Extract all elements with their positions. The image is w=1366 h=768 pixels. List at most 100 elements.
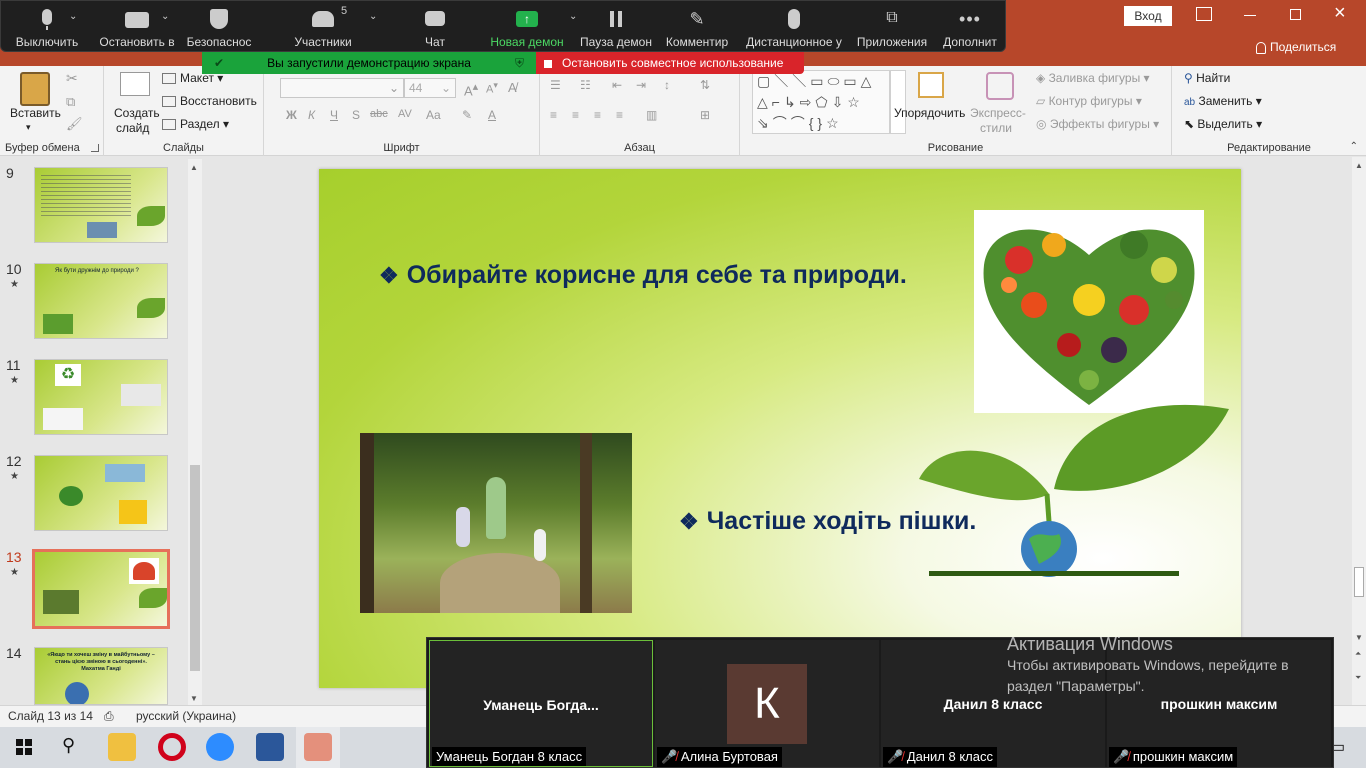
line-spacing-icon[interactable]: ↕ bbox=[664, 78, 670, 92]
slide-thumbnail-14[interactable]: «Якщо ти хочеш зміну в майбутньому – ста… bbox=[34, 647, 168, 705]
family-walking-photo[interactable] bbox=[360, 433, 632, 613]
slide-thumbnail-13[interactable] bbox=[32, 549, 170, 629]
bold-button[interactable]: Ж bbox=[286, 108, 297, 122]
participants-button[interactable]: 5 Участники bbox=[285, 1, 361, 53]
pin-icon[interactable]: ✔ bbox=[214, 52, 224, 74]
chevron-up-icon[interactable]: ⌄ bbox=[69, 11, 77, 22]
paste-button[interactable]: Вставить bbox=[10, 106, 61, 120]
find-button[interactable]: ⚲ Найти bbox=[1184, 71, 1230, 85]
shapes-scroll[interactable] bbox=[890, 70, 906, 134]
shape-outline-button[interactable]: ▱ Контур фигуры ▾ bbox=[1036, 94, 1142, 108]
scrollbar-thumb[interactable] bbox=[1354, 567, 1364, 597]
remote-control-button[interactable]: Дистанционное у bbox=[741, 1, 847, 53]
vegetables-heart-image[interactable] bbox=[974, 210, 1204, 413]
scroll-down-icon[interactable]: ▼ bbox=[190, 694, 198, 703]
increase-font-icon[interactable]: A▴ bbox=[464, 80, 478, 98]
reset-button[interactable]: Восстановить bbox=[162, 94, 257, 108]
arrange-icon[interactable] bbox=[918, 72, 944, 98]
slide-thumbnail-12[interactable] bbox=[34, 455, 168, 531]
annotate-button[interactable]: ✎ Комментир bbox=[661, 1, 733, 53]
more-button[interactable]: ••• Дополнит bbox=[937, 1, 1003, 53]
maximize-icon[interactable] bbox=[1290, 9, 1301, 20]
arrange-button[interactable]: Упорядочить bbox=[894, 106, 965, 120]
change-case-button[interactable]: Aa bbox=[426, 108, 441, 122]
numbering-icon[interactable]: ☷ bbox=[580, 78, 591, 92]
zoom-icon[interactable] bbox=[206, 733, 234, 761]
spellcheck-icon[interactable]: ⎙ bbox=[104, 709, 114, 724]
font-color-button[interactable]: A bbox=[488, 108, 496, 122]
share-button[interactable]: Поделиться bbox=[1256, 40, 1336, 54]
security-button[interactable]: Безопаснос bbox=[183, 1, 255, 53]
prev-slide-icon[interactable]: ⏶ bbox=[1355, 649, 1361, 659]
login-button[interactable]: Вход bbox=[1124, 6, 1172, 26]
section-button[interactable]: Раздел ▾ bbox=[162, 117, 229, 131]
next-slide-icon[interactable]: ⏷ bbox=[1355, 673, 1361, 683]
new-share-button[interactable]: ↑ Новая демон bbox=[487, 1, 567, 53]
file-explorer-icon[interactable] bbox=[108, 733, 136, 761]
participant-tile[interactable]: Уманець Богда... Уманець Богдан 8 класс bbox=[429, 640, 653, 767]
align-right-icon[interactable]: ≡ bbox=[594, 108, 601, 122]
thumbnails-scrollbar[interactable]: ▲ ▼ bbox=[188, 159, 202, 705]
font-size-select[interactable]: 44 ⌄ bbox=[404, 78, 456, 98]
outdent-icon[interactable]: ⇥ bbox=[636, 78, 646, 92]
collapse-ribbon-icon[interactable]: ⌃ bbox=[1350, 141, 1358, 152]
cut-icon[interactable]: ✂ bbox=[66, 70, 78, 87]
search-icon[interactable]: ⚲ bbox=[62, 735, 75, 756]
shape-fill-button[interactable]: ◈ Заливка фигуры ▾ bbox=[1036, 71, 1150, 85]
copy-icon[interactable]: ⧉ bbox=[66, 94, 75, 110]
bullets-icon[interactable]: ☰ bbox=[550, 78, 561, 92]
font-name-select[interactable]: ⌄ bbox=[280, 78, 404, 98]
chat-button[interactable]: Чат bbox=[405, 1, 465, 53]
pause-share-button[interactable]: Пауза демон bbox=[577, 1, 655, 53]
replace-button[interactable]: ab Заменить ▾ bbox=[1184, 94, 1262, 108]
word-icon[interactable] bbox=[256, 733, 284, 761]
slide-thumbnail-10[interactable]: Як бути дружнім до природи ? bbox=[34, 263, 168, 339]
mute-button[interactable]: Выключить bbox=[7, 1, 87, 53]
paste-dropdown-icon[interactable]: ▾ bbox=[26, 122, 31, 133]
shape-effects-button[interactable]: ◎ Эффекты фигуры ▾ bbox=[1036, 117, 1159, 131]
smartart-icon[interactable]: ⊞ bbox=[700, 108, 710, 122]
select-button[interactable]: ⬉ Выделить ▾ bbox=[1184, 117, 1262, 131]
dialog-launcher-icon[interactable] bbox=[91, 144, 99, 152]
scroll-up-icon[interactable]: ▲ bbox=[1355, 161, 1363, 170]
clear-format-icon[interactable]: A̸ bbox=[508, 80, 517, 95]
opera-icon[interactable] bbox=[158, 733, 186, 761]
stop-share-button[interactable]: Остановить совместное использование bbox=[536, 52, 804, 74]
shadow-button[interactable]: S bbox=[352, 108, 360, 122]
new-slide-button-line2[interactable]: слайд bbox=[116, 121, 149, 135]
highlight-icon[interactable]: ✎ bbox=[462, 108, 472, 122]
strikethrough-button[interactable]: abc bbox=[370, 108, 388, 120]
quick-styles-button-line2[interactable]: стили bbox=[980, 121, 1012, 135]
align-left-icon[interactable]: ≡ bbox=[550, 108, 557, 122]
language-indicator[interactable]: русский (Украина) bbox=[136, 709, 236, 723]
slide-bullet-1[interactable]: ❖ Обирайте корисне для себе та природи. bbox=[379, 261, 907, 290]
new-slide-button[interactable]: Создать bbox=[114, 106, 160, 120]
quick-styles-button[interactable]: Экспресс- bbox=[970, 106, 1026, 120]
participant-tile[interactable]: К 🎤̸ Алина Буртовая bbox=[655, 640, 879, 767]
chevron-up-icon[interactable]: ⌄ bbox=[369, 11, 377, 22]
minimize-icon[interactable] bbox=[1244, 15, 1256, 16]
apps-button[interactable]: ⧉ Приложения bbox=[853, 1, 931, 53]
scroll-up-icon[interactable]: ▲ bbox=[190, 163, 198, 172]
char-spacing-button[interactable]: AV bbox=[398, 108, 412, 120]
scrollbar-thumb[interactable] bbox=[190, 465, 200, 671]
ribbon-display-icon[interactable] bbox=[1196, 7, 1212, 21]
slide-thumbnail-9[interactable] bbox=[34, 167, 168, 243]
slide-thumbnail-11[interactable]: ♻ bbox=[34, 359, 168, 435]
underline-button[interactable]: Ч bbox=[330, 108, 338, 122]
indent-icon[interactable]: ⇤ bbox=[612, 78, 622, 92]
shapes-gallery[interactable]: ▢＼＼▭⬭▭△ △⌐↳⇨⬠⇩☆ ⇘⌒⌒{}☆ bbox=[752, 70, 890, 134]
new-slide-icon[interactable] bbox=[120, 72, 150, 96]
align-center-icon[interactable]: ≡ bbox=[572, 108, 579, 122]
quick-styles-icon[interactable] bbox=[986, 72, 1014, 100]
italic-button[interactable]: К bbox=[308, 108, 315, 122]
paste-icon[interactable] bbox=[20, 72, 50, 106]
close-icon[interactable]: × bbox=[1334, 2, 1346, 25]
slide-13[interactable]: ❖ Обирайте корисне для себе та природи. ❖… bbox=[319, 169, 1241, 688]
text-direction-icon[interactable]: ⇅ bbox=[700, 78, 710, 92]
stop-video-button[interactable]: Остановить в bbox=[91, 1, 183, 53]
scroll-down-icon[interactable]: ▼ bbox=[1355, 633, 1363, 642]
columns-icon[interactable]: ▥ bbox=[646, 108, 657, 122]
justify-icon[interactable]: ≡ bbox=[616, 108, 623, 122]
chevron-up-icon[interactable]: ⌄ bbox=[161, 11, 169, 22]
